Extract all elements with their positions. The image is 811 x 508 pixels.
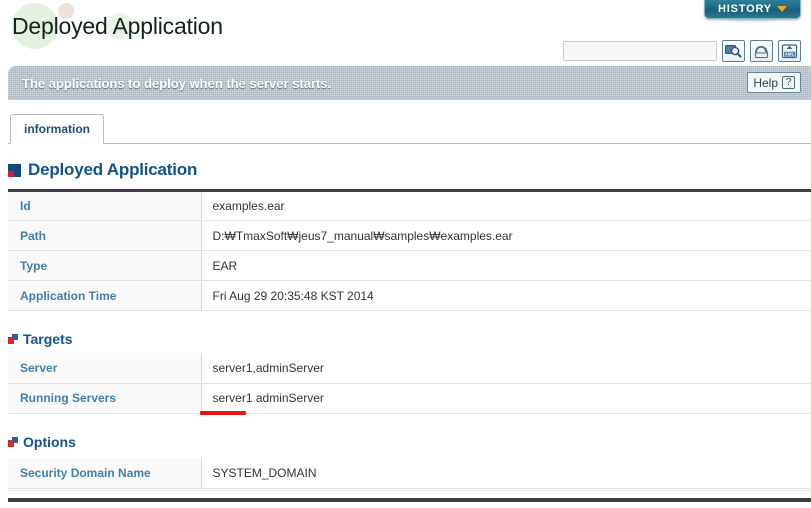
bottom-border [8, 498, 811, 502]
description-bar: The applications to deploy when the serv… [8, 66, 811, 100]
section-title: Targets [23, 331, 73, 347]
refresh-button[interactable] [750, 40, 773, 62]
chevron-down-icon [776, 6, 787, 12]
table-row: Type EAR [8, 250, 811, 281]
row-label: Server [8, 353, 202, 384]
section-heading-targets: Targets [8, 331, 73, 347]
annotation-underline [200, 411, 246, 415]
row-value: D:₩TmaxSoft₩jeus7_manual₩samples₩example… [201, 220, 811, 251]
history-button-label: HISTORY [718, 3, 772, 15]
row-label: Path [8, 220, 202, 251]
table-row: Application Time Fri Aug 29 20:35:48 KST… [8, 280, 811, 311]
page-title: Deployed Application [12, 13, 223, 39]
row-label: Type [8, 250, 202, 281]
tab-information-label: information [24, 122, 90, 136]
row-label: Application Time [8, 280, 202, 311]
table-row: Security Domain Name SYSTEM_DOMAIN [8, 458, 811, 489]
search-button[interactable] [722, 40, 745, 62]
section-title: Options [23, 434, 76, 450]
help-button-label: Help [753, 75, 778, 90]
row-label: Security Domain Name [8, 458, 202, 489]
description-text: The applications to deploy when the serv… [22, 75, 332, 91]
table-row: Server server1,adminServer [8, 353, 811, 384]
section-heading-deployed-application: Deployed Application [8, 160, 197, 180]
options-table: Security Domain Name SYSTEM_DOMAIN [8, 458, 811, 489]
targets-table: Server server1,adminServer Running Serve… [8, 353, 811, 414]
row-label: Id [8, 190, 202, 221]
tab-strip: information [8, 114, 811, 144]
bottom-divider [8, 490, 811, 491]
section-square-icon [8, 163, 21, 177]
table-row: Id examples.ear [8, 190, 811, 221]
svg-text:XML: XML [785, 51, 795, 56]
row-value: EAR [201, 250, 811, 281]
row-value: server1,adminServer [201, 353, 811, 384]
section-square-icon [8, 437, 18, 447]
refresh-arrows-icon [754, 45, 769, 58]
section-heading-options: Options [8, 434, 76, 450]
row-value: Fri Aug 29 20:35:48 KST 2014 [201, 280, 811, 311]
help-button[interactable]: Help ? [747, 72, 801, 93]
row-value: SYSTEM_DOMAIN [201, 458, 811, 489]
search-toolbar: XML [563, 40, 801, 62]
row-label: Running Servers [8, 383, 202, 414]
section-square-icon [8, 334, 18, 344]
question-mark-icon: ? [782, 76, 795, 89]
search-input[interactable] [563, 41, 717, 61]
magnifier-icon [725, 45, 742, 58]
table-row: Path D:₩TmaxSoft₩jeus7_manual₩samples₩ex… [8, 220, 811, 251]
export-xml-button[interactable]: XML [778, 40, 801, 62]
table-row: Running Servers server1 adminServer [8, 383, 811, 414]
deployed-application-table: Id examples.ear Path D:₩TmaxSoft₩jeus7_m… [8, 189, 811, 311]
row-value: server1 adminServer [201, 383, 811, 414]
history-button[interactable]: HISTORY [704, 0, 801, 19]
row-value: examples.ear [201, 190, 811, 221]
section-title: Deployed Application [28, 160, 198, 179]
xml-export-icon: XML [781, 43, 798, 58]
tab-information[interactable]: information [10, 114, 104, 144]
deployed-application-page: Deployed Application HISTORY XML The app… [0, 0, 811, 508]
